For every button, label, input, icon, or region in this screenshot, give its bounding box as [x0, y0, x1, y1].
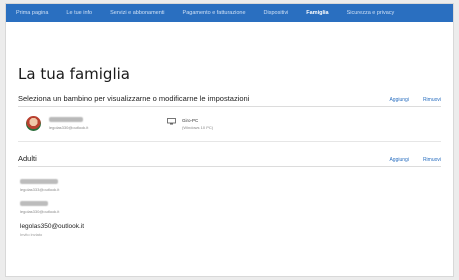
top-navigation-bar: Prima pagina Le tue info Servizi e abbon…: [6, 4, 453, 22]
adults-section-header: Adulti Aggiungi Rimuovi: [18, 154, 441, 167]
remove-child-link[interactable]: Rimuovi: [423, 97, 441, 103]
list-item[interactable]: legolas333@outlook.it: [18, 179, 441, 192]
invite-status: Invito inviato: [20, 232, 43, 237]
adults-section-title: Adulti: [18, 154, 37, 163]
child-name-redacted: [49, 117, 83, 122]
child-email: legolas330@outlook.it: [49, 125, 89, 130]
browser-page: Prima pagina Le tue info Servizi e abbon…: [6, 4, 453, 276]
nav-item-services[interactable]: Servizi e abbonamenti: [110, 10, 164, 16]
device-os: (Windows 10 PC): [182, 124, 214, 130]
computer-icon: [167, 117, 176, 124]
nav-item-devices[interactable]: Dispositivi: [264, 10, 289, 16]
children-section-header: Seleziona un bambino per visualizzarne o…: [18, 94, 441, 107]
adult-email: legolas350@outlook.it: [20, 223, 85, 230]
remove-adult-link[interactable]: Rimuovi: [423, 157, 441, 163]
nav-item-security[interactable]: Sicurezza e privacy: [347, 10, 395, 16]
nav-item-your-info[interactable]: Le tue info: [66, 10, 92, 16]
adult-email: legolas330@outlook.it: [20, 209, 60, 214]
children-section-title: Seleziona un bambino per visualizzarne o…: [18, 94, 250, 103]
nav-item-family[interactable]: Famiglia: [306, 10, 328, 16]
nav-item-payment[interactable]: Pagamento e fatturazione: [183, 10, 246, 16]
children-actions: Aggiungi Rimuovi: [389, 97, 441, 103]
add-adult-link[interactable]: Aggiungi: [389, 157, 408, 163]
child-device: Giro-PC (Windows 10 PC): [167, 118, 213, 130]
page-title: La tua famiglia: [18, 65, 130, 83]
adults-section: Adulti Aggiungi Rimuovi legolas333@outlo…: [18, 154, 441, 237]
adults-actions: Aggiungi Rimuovi: [389, 157, 441, 163]
adult-email: legolas333@outlook.it: [20, 187, 60, 192]
adult-name-redacted: [20, 179, 58, 184]
add-child-link[interactable]: Aggiungi: [389, 97, 408, 103]
list-item[interactable]: legolas350@outlook.it Invito inviato: [18, 223, 441, 237]
child-info: legolas330@outlook.it: [49, 117, 167, 130]
device-name: Giro-PC: [182, 117, 199, 123]
adult-name-redacted: [20, 201, 48, 206]
children-section: Seleziona un bambino per visualizzarne o…: [18, 94, 441, 142]
list-item[interactable]: legolas330@outlook.it: [18, 201, 441, 214]
child-card[interactable]: legolas330@outlook.it Giro-PC (Windows 1…: [18, 107, 441, 142]
nav-item-home[interactable]: Prima pagina: [16, 10, 48, 16]
main-content: La tua famiglia Seleziona un bambino per…: [6, 22, 453, 237]
avatar: [26, 116, 41, 131]
